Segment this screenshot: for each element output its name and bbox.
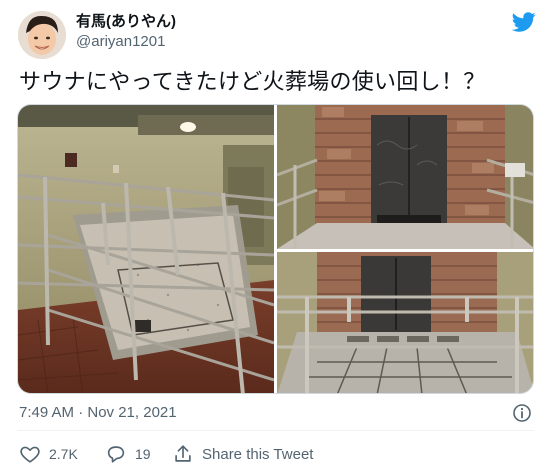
author-handle[interactable]: @ariyan1201 (76, 32, 176, 52)
photo-sauna-room[interactable] (18, 105, 274, 393)
tweet-timestamp[interactable]: 7:49 AM · Nov 21, 2021 (19, 403, 177, 423)
photo-oven-door[interactable] (277, 105, 533, 249)
share-label: Share this Tweet (202, 445, 314, 463)
share-icon (172, 443, 194, 465)
twitter-bird-icon[interactable] (511, 10, 536, 34)
heart-icon (19, 443, 41, 465)
reply-button[interactable]: 19 (105, 442, 151, 466)
avatar[interactable] (18, 11, 66, 59)
tweet-header: 有馬(ありやん) @ariyan1201 (16, 10, 536, 59)
like-button[interactable]: 2.7K (19, 442, 78, 466)
reply-count: 19 (135, 446, 151, 462)
share-button[interactable]: Share this Tweet (172, 442, 313, 466)
like-count: 2.7K (49, 446, 78, 462)
tweet-text: サウナにやってきたけど火葬場の使い回し！？ (19, 69, 486, 94)
tweet-actions: 2.7K 19 Share this Tweet (19, 442, 519, 466)
reply-icon (105, 443, 127, 465)
photo-oven-conveyor[interactable] (277, 252, 533, 393)
media-grid (17, 104, 534, 394)
divider (17, 430, 534, 431)
author-display-name[interactable]: 有馬(ありやん) (76, 12, 176, 32)
tweet-card: 有馬(ありやん) @ariyan1201 サウナにやってきたけど火葬場の使い回し… (0, 0, 553, 475)
author-names: 有馬(ありやん) @ariyan1201 (76, 12, 176, 52)
info-icon[interactable] (512, 403, 532, 423)
